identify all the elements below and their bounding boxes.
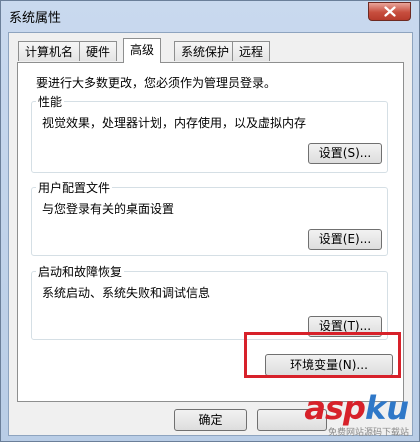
highlight-box — [244, 332, 401, 378]
startup-recovery-group: 启动和故障恢复 系统启动、系统失败和调试信息 设置(T)... — [31, 263, 388, 340]
user-profiles-group-title: 用户配置文件 — [36, 179, 113, 196]
tab-remote[interactable]: 远程 — [232, 41, 271, 61]
user-profiles-settings-button[interactable]: 设置(E)... — [308, 229, 382, 250]
admin-note: 要进行大多数更改，您必须作为管理员登录。 — [36, 76, 277, 90]
watermark-brand-b: ku — [364, 389, 409, 427]
startup-recovery-group-title: 启动和故障恢复 — [36, 263, 125, 280]
tab-hardware[interactable]: 硬件 — [79, 41, 118, 61]
performance-group: 性能 视觉效果，处理器计划，内存使用，以及虚拟内存 设置(S)... — [31, 93, 388, 173]
user-profiles-description: 与您登录有关的桌面设置 — [42, 202, 175, 216]
performance-settings-button[interactable]: 设置(S)... — [308, 143, 382, 164]
ok-button[interactable]: 确定 — [174, 409, 247, 431]
system-properties-window: 系统属性 计算机名 硬件 高级 系统保护 远程 要进行大多数更改，您必须作为管理… — [0, 0, 420, 442]
startup-recovery-description: 系统启动、系统失败和调试信息 — [42, 286, 211, 300]
tab-system-protection[interactable]: 系统保护 — [174, 41, 237, 61]
window-title: 系统属性 — [9, 11, 62, 26]
watermark-subtitle: 免费网站源码下载站 — [327, 428, 409, 438]
title-bar[interactable]: 系统属性 — [1, 1, 419, 31]
close-icon — [383, 6, 396, 17]
user-profiles-group: 用户配置文件 与您登录有关的桌面设置 设置(E)... — [31, 179, 388, 256]
tab-advanced[interactable]: 高级 — [123, 38, 162, 63]
tab-computer-name[interactable]: 计算机名 — [18, 41, 81, 61]
watermark-brand-a: asp — [304, 389, 366, 427]
close-button[interactable] — [368, 2, 411, 21]
performance-description: 视觉效果，处理器计划，内存使用，以及虚拟内存 — [42, 116, 307, 130]
site-watermark: aspku 免费网站源码下载站 — [304, 389, 409, 438]
performance-group-title: 性能 — [36, 93, 65, 110]
